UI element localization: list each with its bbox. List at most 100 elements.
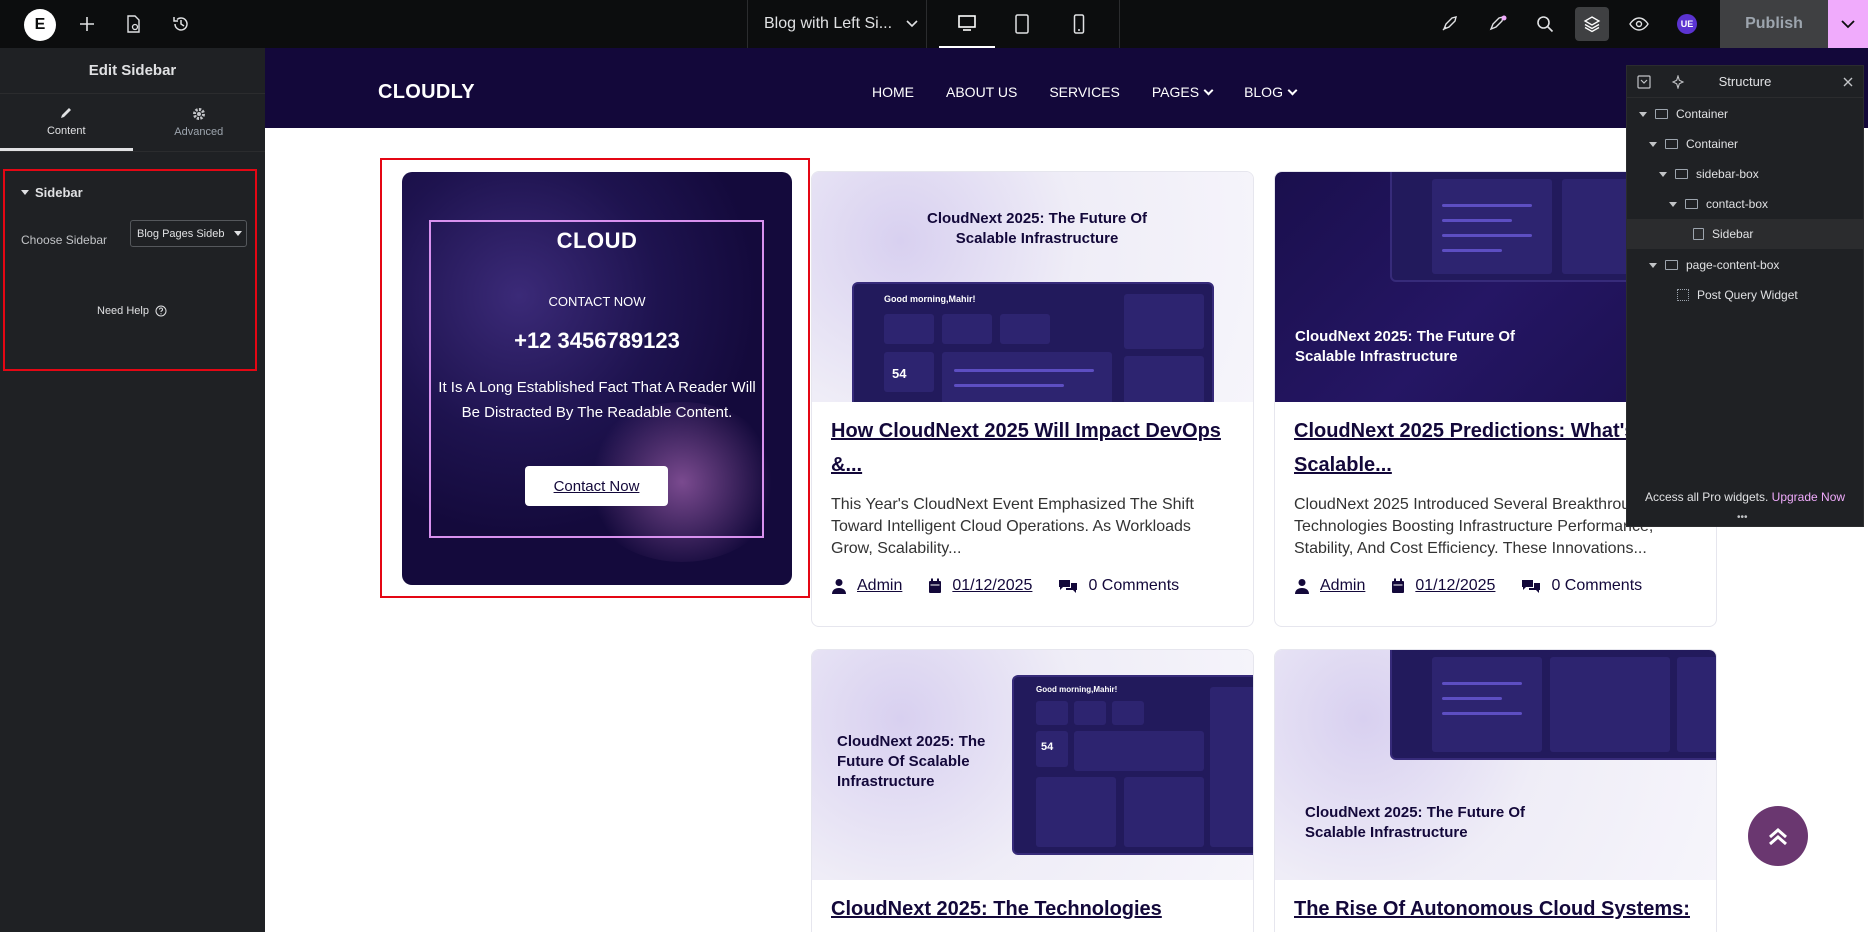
post-meta: Admin 01/12/2025 0 Comments	[1294, 577, 1642, 595]
structure-item-container[interactable]: Container	[1627, 129, 1863, 159]
contact-now-button[interactable]: Contact Now	[525, 466, 668, 506]
site-settings-button[interactable]	[1436, 0, 1462, 48]
post-thumbnail[interactable]: CloudNext 2025: The Future Of Scalable I…	[812, 172, 1253, 402]
double-chevron-up-icon	[1769, 828, 1787, 846]
page-settings-button[interactable]	[120, 0, 146, 48]
search-button[interactable]	[1532, 0, 1558, 48]
dashboard-mockup: Good morning,Mahir! 54	[1012, 675, 1253, 855]
tablet-view-button[interactable]	[1008, 0, 1036, 48]
resize-handle-icon[interactable]: •••	[1737, 512, 1748, 523]
add-element-button[interactable]	[74, 0, 100, 48]
post-meta: Admin 01/12/2025 0 Comments	[831, 577, 1179, 595]
structure-title: Structure	[1718, 74, 1772, 89]
post-title-link[interactable]: How CloudNext 2025 Will Impact DevOps &.…	[831, 414, 1231, 482]
nav-blog[interactable]: BLOG	[1244, 84, 1298, 100]
structure-item-sidebar[interactable]: Sidebar	[1627, 219, 1863, 249]
structure-toggle-button[interactable]	[1575, 7, 1609, 41]
desktop-icon	[958, 15, 976, 31]
search-icon	[1537, 16, 1554, 33]
structure-item-label: Post Query Widget	[1697, 288, 1798, 302]
nav-about[interactable]: ABOUT US	[946, 84, 1017, 100]
caret-down-icon	[1639, 111, 1647, 117]
container-icon	[1665, 139, 1678, 149]
nav-home[interactable]: HOME	[872, 84, 914, 100]
editor-topbar: E Blog with Left Si... UE Publish	[0, 0, 1868, 48]
dashboard-mockup	[1390, 650, 1716, 760]
caret-down-icon	[1649, 141, 1657, 147]
sidebar-widget-selected[interactable]: CLOUD CONTACT NOW +12 3456789123 It Is A…	[380, 158, 810, 598]
nav-label: ABOUT US	[946, 84, 1018, 100]
publish-button[interactable]: Publish	[1720, 0, 1828, 48]
post-date[interactable]: 01/12/2025	[1415, 577, 1495, 595]
structure-item-post-query-widget[interactable]: Post Query Widget	[1627, 280, 1863, 310]
structure-item-container[interactable]: Container	[1627, 99, 1863, 129]
help-icon	[155, 305, 167, 317]
nav-label: PAGES	[1151, 84, 1200, 100]
structure-panel: Structure Container Container sidebar-bo…	[1626, 65, 1864, 527]
structure-footer: Access all Pro widgets. Upgrade Now	[1627, 490, 1863, 504]
section-title: Sidebar	[35, 185, 83, 200]
document-title-dropdown[interactable]: Blog with Left Si...	[764, 0, 918, 48]
chevron-down-icon	[1841, 19, 1855, 28]
select-caret-icon	[234, 231, 242, 236]
mockup-stat: 54	[1041, 741, 1054, 753]
post-thumbnail[interactable]: CloudNext 2025: The Future Of Scalable I…	[812, 650, 1253, 880]
post-author[interactable]: Admin	[1320, 577, 1365, 595]
tab-label: Content	[46, 124, 86, 137]
history-icon	[173, 17, 188, 31]
pencil-icon	[61, 107, 72, 118]
post-title-link[interactable]: The Rise Of Autonomous Cloud Systems:	[1294, 892, 1694, 926]
chevron-down-icon	[1287, 85, 1298, 95]
elementor-logo[interactable]: E	[24, 9, 56, 41]
nav-services[interactable]: SERVICES	[1049, 84, 1120, 100]
post-title-link[interactable]: CloudNext 2025: The Technologies Driving	[831, 892, 1231, 932]
mobile-view-button[interactable]	[1066, 0, 1092, 48]
upgrade-now-link[interactable]: Upgrade Now	[1772, 490, 1845, 504]
sparkle-icon[interactable]	[1671, 75, 1685, 89]
structure-item-contact-box[interactable]: contact-box	[1627, 189, 1863, 219]
tab-content[interactable]: Content	[0, 94, 133, 151]
user-icon	[832, 579, 846, 594]
publish-options-button[interactable]	[1828, 0, 1868, 48]
need-help-label: Need Help	[97, 305, 149, 317]
choose-sidebar-select[interactable]: Blog Pages Sideb	[130, 220, 247, 247]
post-card: CloudNext 2025: The Future Of Scalable I…	[811, 649, 1254, 932]
notifications-button[interactable]	[1484, 0, 1510, 48]
container-icon	[1665, 260, 1678, 270]
section-toggle[interactable]: Sidebar	[21, 185, 83, 200]
page-settings-icon	[127, 15, 140, 33]
dashboard-mockup: Good morning,Mahir! 54	[852, 282, 1214, 402]
post-author[interactable]: Admin	[857, 577, 902, 595]
document-title: Blog with Left Si...	[764, 15, 893, 32]
edit-panel: Edit Sidebar Content Advanced Sidebar Ch…	[0, 48, 265, 932]
mockup-greeting: Good morning,Mahir!	[1036, 685, 1118, 694]
mobile-icon	[1073, 14, 1085, 34]
comments-icon	[1522, 580, 1541, 593]
calendar-icon	[1392, 578, 1405, 593]
user-avatar[interactable]: UE	[1677, 14, 1697, 34]
post-excerpt: This Year's CloudNext Event Emphasized T…	[831, 496, 1194, 557]
scroll-to-top-button[interactable]	[1748, 806, 1808, 866]
history-button[interactable]	[168, 0, 194, 48]
post-date[interactable]: 01/12/2025	[952, 577, 1032, 595]
container-icon	[1655, 109, 1668, 119]
structure-item-label: Container	[1676, 107, 1729, 121]
collapse-all-icon[interactable]	[1637, 75, 1651, 89]
structure-item-sidebar-box[interactable]: sidebar-box	[1627, 159, 1863, 189]
nav-pages[interactable]: PAGES	[1151, 84, 1214, 100]
nav-label: HOME	[872, 84, 914, 100]
need-help-link[interactable]: Need Help	[5, 305, 259, 317]
structure-item-label: Sidebar	[1712, 227, 1754, 241]
post-thumbnail[interactable]: CloudNext 2025: The Future Of Scalable I…	[1275, 650, 1716, 880]
structure-item-page-content-box[interactable]: page-content-box	[1627, 250, 1863, 280]
site-logo[interactable]: CLOUDLY	[378, 81, 475, 104]
preview-button[interactable]	[1626, 0, 1652, 48]
close-icon[interactable]	[1843, 77, 1853, 87]
tab-advanced[interactable]: Advanced	[133, 94, 266, 151]
gear-icon	[192, 108, 205, 120]
thumbnail-caption: CloudNext 2025: The Future Of Scalable I…	[837, 733, 986, 790]
structure-header: Structure	[1627, 66, 1863, 98]
contact-card-title: CLOUD	[556, 228, 638, 253]
eye-icon	[1629, 17, 1649, 31]
desktop-view-button[interactable]	[939, 0, 995, 48]
